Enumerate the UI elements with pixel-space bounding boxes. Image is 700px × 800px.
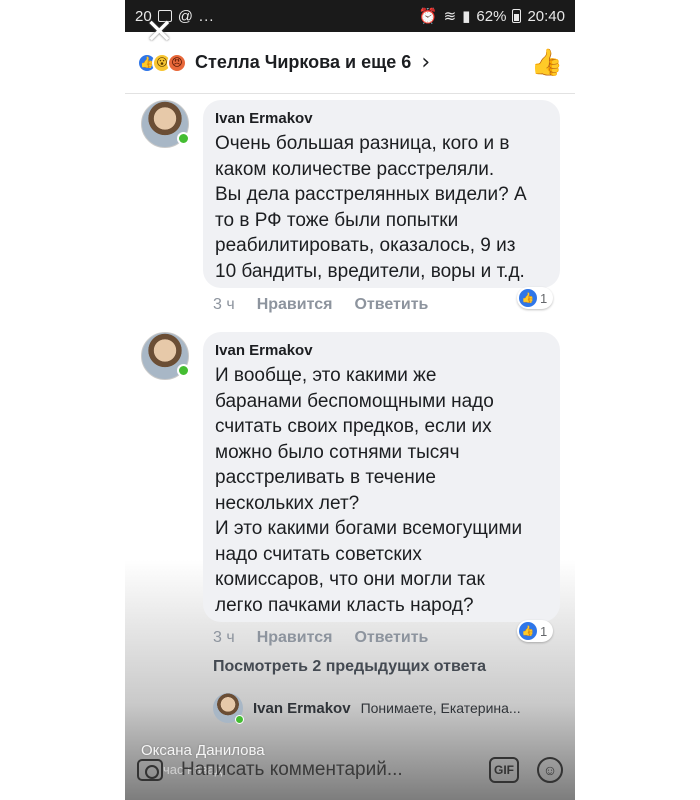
reaction-count: 1 [540,290,548,306]
gif-button[interactable]: GIF [489,757,519,783]
comment-actions: 3 ч Нравится Ответить [213,629,428,647]
online-indicator [177,364,190,377]
comment-input[interactable] [181,759,489,781]
status-right: ⏰ ≋ ▮ 62% 20:40 [418,7,565,26]
reactions-header[interactable]: 👍 😮 😠 Стелла Чиркова и еще 6 › 👍 [125,32,575,94]
comment-bubble[interactable]: Ivan Ermakov Очень большая разница, кого… [203,100,560,288]
view-previous-replies-link[interactable]: Посмотреть 2 предыдущих ответа [213,658,486,676]
battery-percent: 62% [476,7,507,25]
reactors-title[interactable]: Стелла Чиркова и еще 6 [195,52,411,73]
online-indicator [177,132,190,145]
like-icon: 👍 [519,622,537,640]
reply-preview[interactable]: Ivan Ermakov Понимаете, Екатерина... [213,693,553,724]
comment-actions: 3 ч Нравится Ответить [213,296,428,314]
comment-author[interactable]: Ivan Ermakov [215,342,546,359]
more-notifications-icon: ... [198,7,215,25]
comment-reaction-badge[interactable]: 👍 1 [517,620,554,642]
comment-text: И вообще, это какими же баранами беспомо… [215,365,523,616]
camera-icon[interactable] [137,759,163,781]
like-button-icon[interactable]: 👍 [531,48,563,78]
online-indicator [235,715,244,724]
comment-author[interactable]: Ivan Ermakov [215,110,546,127]
emoji-icon[interactable]: ☺ [537,757,563,783]
wifi-icon: ≋ [443,8,457,25]
comment-time: 3 ч [213,296,235,313]
reaction-count: 1 [540,623,548,639]
angry-icon: 😠 [167,52,187,73]
phone-screen: 20 @ ... ⏰ ≋ ▮ 62% 20:40 ✕ 👍 😮 😠 Стелла … [125,0,575,800]
reply-link[interactable]: Ответить [354,296,428,314]
alarm-icon: ⏰ [418,8,438,25]
signal-icon: ▮ [462,8,471,25]
close-icon[interactable]: ✕ [145,15,174,49]
comment-composer: GIF ☺ [125,740,575,800]
status-clock: 20:40 [527,7,565,25]
like-link[interactable]: Нравится [257,629,333,647]
battery-icon [512,9,522,23]
status-bar: 20 @ ... ⏰ ≋ ▮ 62% 20:40 [125,0,575,32]
reply-link[interactable]: Ответить [354,629,428,647]
like-link[interactable]: Нравится [257,296,333,314]
comment-reaction-badge[interactable]: 👍 1 [517,287,554,309]
like-icon: 👍 [519,289,537,307]
comment-bubble[interactable]: Ivan Ermakov И вообще, это какими же бар… [203,332,560,622]
at-notification-icon: @ [177,7,193,25]
comment-time: 3 ч [213,629,235,646]
reply-snippet: Понимаете, Екатерина... [360,700,521,716]
comment-text: Очень большая разница, кого и в каком ко… [215,133,527,282]
reply-author: Ivan Ermakov [253,699,351,717]
chevron-right-icon[interactable]: › [421,50,430,75]
avatar [213,693,244,724]
reaction-summary: 👍 😮 😠 [137,52,187,73]
avatar[interactable] [141,332,190,380]
avatar[interactable] [141,100,190,148]
